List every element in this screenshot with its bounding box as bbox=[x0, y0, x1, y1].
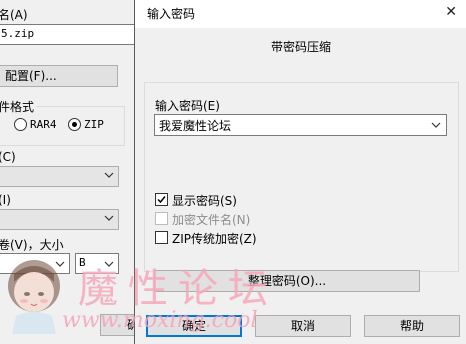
zip-legacy-encryption-checkbox[interactable] bbox=[155, 231, 168, 244]
close-icon[interactable]: ✕ bbox=[445, 4, 457, 20]
chevron-down-icon[interactable] bbox=[431, 120, 441, 130]
method-combo[interactable] bbox=[0, 166, 119, 187]
encrypt-filenames-label: 加密文件名(N) bbox=[172, 213, 251, 227]
encrypt-filenames-checkbox bbox=[155, 212, 168, 225]
show-password-checkbox[interactable] bbox=[155, 193, 168, 206]
help-button-label: 帮助 bbox=[399, 319, 424, 333]
checkmark-icon bbox=[157, 196, 166, 204]
rar4-radio[interactable] bbox=[14, 118, 27, 131]
password-value: 我爱魔性论坛 bbox=[159, 119, 232, 133]
split-volume-label: 卷(V)，大小 bbox=[0, 238, 64, 252]
chevron-down-icon bbox=[104, 172, 114, 178]
show-password-label: 显示密码(S) bbox=[172, 194, 237, 208]
zip-radio-label: ZIP bbox=[84, 118, 104, 131]
password-label: 输入密码(E) bbox=[155, 99, 220, 113]
chevron-down-icon bbox=[104, 215, 114, 221]
config-button[interactable]: 配置(F)... bbox=[0, 65, 118, 87]
dialog-title: 输入密码 bbox=[147, 7, 196, 21]
format-group-label: 件格式 bbox=[0, 98, 37, 115]
watermark-avatar-icon bbox=[8, 260, 60, 334]
config-button-label: 配置(F)... bbox=[5, 69, 57, 83]
dictionary-combo[interactable] bbox=[0, 209, 119, 230]
zip-legacy-encryption-label: ZIP传统加密(Z) bbox=[172, 232, 257, 246]
cancel-button-label: 取消 bbox=[290, 319, 315, 333]
archive-name-label: 名(A) bbox=[0, 8, 28, 22]
archive-name-input[interactable]: 5.zip bbox=[0, 24, 134, 45]
cancel-button[interactable]: 取消 bbox=[255, 315, 351, 337]
help-button[interactable]: 帮助 bbox=[364, 315, 460, 337]
zip-radio[interactable] bbox=[68, 118, 81, 131]
password-input[interactable]: 我爱魔性论坛 bbox=[154, 114, 447, 136]
dialog-titlebar: 输入密码 ✕ bbox=[135, 0, 466, 28]
method-label: (C) bbox=[0, 150, 16, 164]
dictionary-label: (I) bbox=[0, 193, 11, 207]
dialog-subtitle: 带密码压缩 bbox=[270, 40, 331, 54]
watermark-title: 魔性论坛 bbox=[78, 266, 278, 312]
watermark-url: www.moxing.cool bbox=[62, 308, 258, 333]
rar4-radio-label: RAR4 bbox=[30, 118, 57, 131]
archive-name-value: 5.zip bbox=[1, 27, 35, 40]
